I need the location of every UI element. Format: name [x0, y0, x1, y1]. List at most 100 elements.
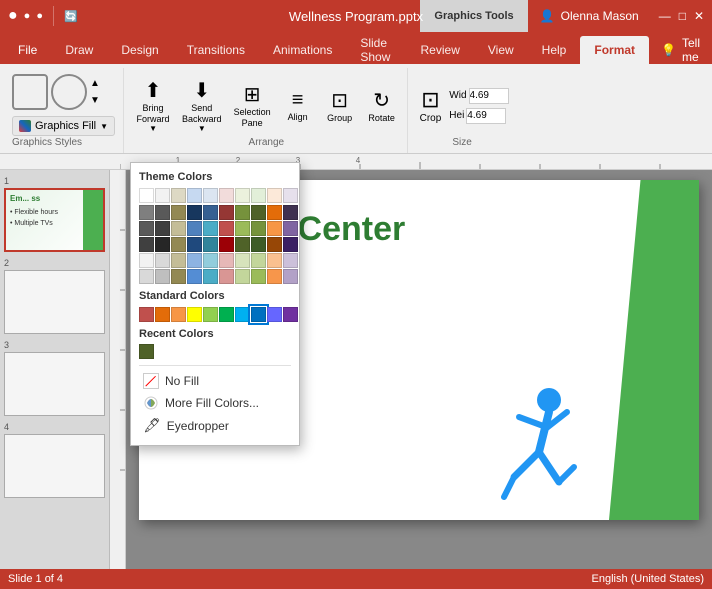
standard-color-swatch[interactable] — [267, 307, 282, 322]
theme-shade-swatch[interactable] — [283, 221, 298, 236]
crop-btn[interactable]: ⊡ Crop — [416, 85, 446, 126]
theme-color-swatch[interactable] — [219, 188, 234, 203]
theme-shade-swatch[interactable] — [203, 205, 218, 220]
shape-scroll-up[interactable]: ▲ — [90, 78, 108, 89]
shape-preview-1[interactable] — [12, 74, 48, 110]
theme-shade-swatch[interactable] — [187, 253, 202, 268]
theme-shade-swatch[interactable] — [203, 221, 218, 236]
tab-slideshow[interactable]: Slide Show — [346, 36, 406, 64]
theme-shade-swatch[interactable] — [203, 269, 218, 284]
theme-shade-swatch[interactable] — [171, 237, 186, 252]
theme-shade-swatch[interactable] — [267, 253, 282, 268]
theme-color-swatch[interactable] — [171, 188, 186, 203]
theme-shade-swatch[interactable] — [283, 205, 298, 220]
standard-color-swatch[interactable] — [251, 307, 266, 322]
theme-shade-swatch[interactable] — [283, 269, 298, 284]
theme-shade-swatch[interactable] — [139, 237, 154, 252]
tab-format[interactable]: Format — [580, 36, 649, 64]
tab-help[interactable]: Help — [528, 36, 581, 64]
height-input[interactable] — [466, 108, 506, 124]
tab-review[interactable]: Review — [407, 36, 474, 64]
theme-shade-swatch[interactable] — [139, 269, 154, 284]
group-btn[interactable]: ⊡ Group — [321, 86, 359, 126]
theme-color-swatch[interactable] — [203, 188, 218, 203]
theme-shade-swatch[interactable] — [187, 269, 202, 284]
theme-shade-swatch[interactable] — [171, 253, 186, 268]
theme-shade-swatch[interactable] — [139, 205, 154, 220]
eyedropper-btn[interactable]: 🖋 Eyedropper — [139, 414, 291, 437]
selection-pane-btn[interactable]: ⊞ SelectionPane — [230, 80, 275, 131]
theme-color-swatch[interactable] — [283, 188, 298, 203]
theme-shade-swatch[interactable] — [139, 253, 154, 268]
theme-shade-swatch[interactable] — [219, 221, 234, 236]
rotate-btn[interactable]: ↻ Rotate — [363, 86, 401, 126]
theme-shade-swatch[interactable] — [139, 221, 154, 236]
theme-color-swatch[interactable] — [155, 188, 170, 203]
theme-shade-swatch[interactable] — [171, 221, 186, 236]
theme-shade-swatch[interactable] — [251, 253, 266, 268]
standard-color-swatch[interactable] — [171, 307, 186, 322]
theme-shade-swatch[interactable] — [267, 205, 282, 220]
tab-file[interactable]: File — [4, 36, 51, 64]
standard-color-swatch[interactable] — [139, 307, 154, 322]
theme-shade-swatch[interactable] — [203, 237, 218, 252]
user-info[interactable]: 👤 Olenna Mason — [528, 0, 651, 32]
theme-shade-swatch[interactable] — [251, 221, 266, 236]
align-btn[interactable]: ≡ Align — [279, 87, 317, 125]
theme-shade-swatch[interactable] — [187, 237, 202, 252]
theme-shade-swatch[interactable] — [187, 205, 202, 220]
theme-color-swatch[interactable] — [251, 188, 266, 203]
standard-color-swatch[interactable] — [187, 307, 202, 322]
theme-shade-swatch[interactable] — [251, 205, 266, 220]
standard-color-swatch[interactable] — [203, 307, 218, 322]
theme-shade-swatch[interactable] — [203, 253, 218, 268]
theme-shade-swatch[interactable] — [235, 205, 250, 220]
slide-thumb-3[interactable]: 3 — [4, 340, 105, 416]
theme-shade-swatch[interactable] — [155, 221, 170, 236]
slide-thumb-4[interactable]: 4 — [4, 422, 105, 498]
theme-shade-swatch[interactable] — [219, 237, 234, 252]
theme-color-swatch[interactable] — [139, 188, 154, 203]
theme-shade-swatch[interactable] — [219, 269, 234, 284]
more-fill-colors-btn[interactable]: More Fill Colors... — [139, 392, 291, 414]
theme-color-swatch[interactable] — [235, 188, 250, 203]
standard-color-swatch[interactable] — [235, 307, 250, 322]
slide-thumb-1[interactable]: 1 Em... ss • Flexible hours • Multiple T… — [4, 176, 105, 252]
runner-graphic[interactable] — [489, 382, 589, 505]
graphics-fill-button[interactable]: Graphics Fill ▼ — [12, 116, 115, 136]
tab-view[interactable]: View — [474, 36, 528, 64]
theme-shade-swatch[interactable] — [283, 253, 298, 268]
theme-shade-swatch[interactable] — [219, 253, 234, 268]
maximize-btn[interactable]: □ — [679, 9, 686, 23]
theme-shade-swatch[interactable] — [235, 237, 250, 252]
send-backward-btn[interactable]: ⬇ SendBackward ▼ — [178, 76, 226, 136]
minimize-btn[interactable]: — — [659, 9, 671, 23]
theme-shade-swatch[interactable] — [235, 253, 250, 268]
no-fill-btn[interactable]: No Fill — [139, 370, 291, 392]
theme-shade-swatch[interactable] — [155, 205, 170, 220]
theme-shade-swatch[interactable] — [267, 237, 282, 252]
theme-shade-swatch[interactable] — [235, 269, 250, 284]
close-btn[interactable]: ✕ — [694, 9, 704, 23]
theme-shade-swatch[interactable] — [155, 253, 170, 268]
theme-shade-swatch[interactable] — [251, 237, 266, 252]
tab-animations[interactable]: Animations — [259, 36, 346, 64]
theme-shade-swatch[interactable] — [187, 221, 202, 236]
tab-draw[interactable]: Draw — [51, 36, 107, 64]
theme-shade-swatch[interactable] — [283, 237, 298, 252]
shape-preview-2[interactable] — [51, 74, 87, 110]
theme-color-swatch[interactable] — [267, 188, 282, 203]
tell-me-btn[interactable]: 💡 Tell me — [649, 36, 712, 64]
theme-shade-swatch[interactable] — [171, 269, 186, 284]
recent-color-swatch[interactable] — [139, 344, 154, 359]
standard-color-swatch[interactable] — [283, 307, 298, 322]
theme-color-swatch[interactable] — [187, 188, 202, 203]
width-input[interactable] — [469, 88, 509, 104]
bring-forward-btn[interactable]: ⬆ BringForward ▼ — [132, 76, 174, 136]
theme-shade-swatch[interactable] — [235, 221, 250, 236]
tab-transitions[interactable]: Transitions — [173, 36, 259, 64]
standard-color-swatch[interactable] — [155, 307, 170, 322]
shape-scroll-down[interactable]: ▼ — [90, 95, 108, 106]
slide-thumb-2[interactable]: 2 — [4, 258, 105, 334]
theme-shade-swatch[interactable] — [251, 269, 266, 284]
